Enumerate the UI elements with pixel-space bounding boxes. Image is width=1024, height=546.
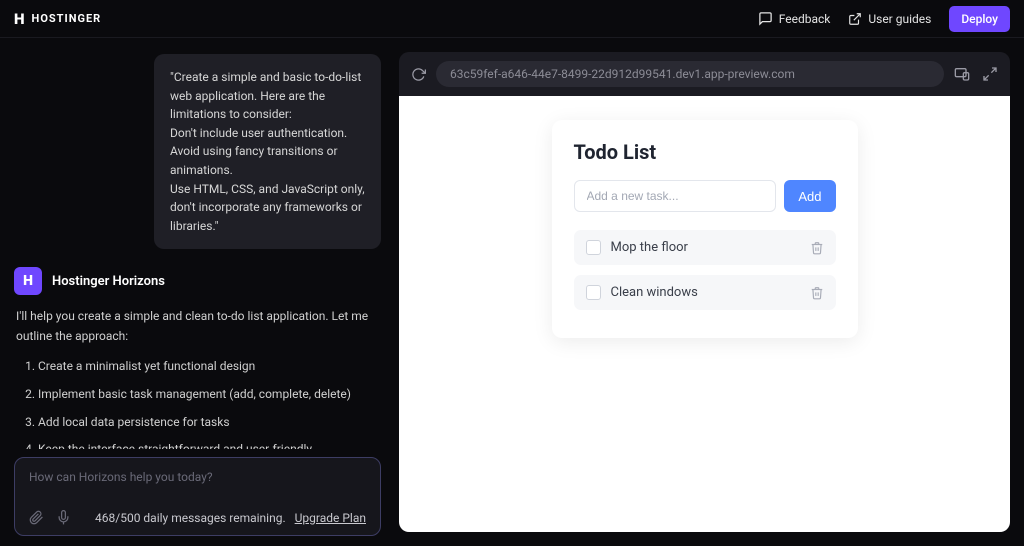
quota-row: 468/500 daily messages remaining. Upgrad… <box>95 511 366 525</box>
todo-card: Todo List Add Mop the floor <box>552 120 858 338</box>
assistant-step: Add local data persistence for tasks <box>38 413 381 433</box>
assistant-steps-list: Create a minimalist yet functional desig… <box>38 357 381 449</box>
feedback-label: Feedback <box>779 12 831 26</box>
composer[interactable]: How can Horizons help you today? 468/500… <box>14 457 381 536</box>
upgrade-plan-link[interactable]: Upgrade Plan <box>295 511 366 525</box>
user-message-bubble: "Create a simple and basic to-do-list we… <box>154 54 381 249</box>
preview-viewport[interactable]: Todo List Add Mop the floor <box>399 96 1010 532</box>
composer-input[interactable]: How can Horizons help you today? <box>29 470 366 496</box>
attachment-icon[interactable] <box>29 510 44 525</box>
todo-item-text: Mop the floor <box>611 240 800 255</box>
chat-panel: "Create a simple and basic to-do-list we… <box>0 38 395 546</box>
trash-icon[interactable] <box>810 286 824 300</box>
composer-tool-icons <box>29 510 71 525</box>
brand-name: HOSTINGER <box>32 12 102 25</box>
brand-logo[interactable]: H HOSTINGER <box>14 10 101 28</box>
brand-mark-icon: H <box>14 10 26 28</box>
preview-url-bar: 63c59fef-a646-44e7-8499-22d912d99541.dev… <box>399 52 1010 96</box>
deploy-button[interactable]: Deploy <box>949 6 1010 32</box>
external-link-icon <box>848 12 862 26</box>
trash-icon[interactable] <box>810 241 824 255</box>
assistant-step: Keep the interface straightforward and u… <box>38 440 381 449</box>
todo-add-button[interactable]: Add <box>784 180 835 212</box>
todo-input[interactable] <box>574 180 777 212</box>
chat-icon <box>758 11 773 26</box>
composer-footer: 468/500 daily messages remaining. Upgrad… <box>29 510 366 525</box>
reload-icon[interactable] <box>411 67 426 82</box>
feedback-link[interactable]: Feedback <box>758 11 831 26</box>
todo-item: Mop the floor <box>574 230 836 265</box>
devices-icon[interactable] <box>954 66 970 82</box>
assistant-avatar-icon: H <box>14 267 42 295</box>
user-guides-label: User guides <box>868 12 931 26</box>
todo-add-row: Add <box>574 180 836 212</box>
user-message-text: "Create a simple and basic to-do-list we… <box>170 70 365 233</box>
todo-title: Todo List <box>574 140 836 164</box>
microphone-icon[interactable] <box>56 510 71 525</box>
assistant-step: Create a minimalist yet functional desig… <box>38 357 381 377</box>
assistant-header: H Hostinger Horizons <box>14 267 381 295</box>
assistant-intro: I'll help you create a simple and clean … <box>16 307 381 347</box>
preview-url-actions <box>954 66 998 82</box>
top-actions: Feedback User guides Deploy <box>758 6 1010 32</box>
top-bar: H HOSTINGER Feedback User guides Deploy <box>0 0 1024 38</box>
preview-panel: 63c59fef-a646-44e7-8499-22d912d99541.dev… <box>395 38 1024 546</box>
main-layout: "Create a simple and basic to-do-list we… <box>0 38 1024 546</box>
quota-text: 468/500 daily messages remaining. <box>95 511 286 525</box>
todo-checkbox[interactable] <box>586 240 601 255</box>
preview-url-field[interactable]: 63c59fef-a646-44e7-8499-22d912d99541.dev… <box>436 61 944 87</box>
fullscreen-icon[interactable] <box>982 66 998 82</box>
assistant-name: Hostinger Horizons <box>52 274 165 289</box>
todo-item-text: Clean windows <box>611 285 800 300</box>
todo-item: Clean windows <box>574 275 836 310</box>
chat-scroll-area[interactable]: "Create a simple and basic to-do-list we… <box>14 54 381 449</box>
assistant-message: I'll help you create a simple and clean … <box>14 307 381 449</box>
todo-checkbox[interactable] <box>586 285 601 300</box>
assistant-step: Implement basic task management (add, co… <box>38 385 381 405</box>
preview-frame: 63c59fef-a646-44e7-8499-22d912d99541.dev… <box>399 52 1010 532</box>
user-guides-link[interactable]: User guides <box>848 12 931 26</box>
